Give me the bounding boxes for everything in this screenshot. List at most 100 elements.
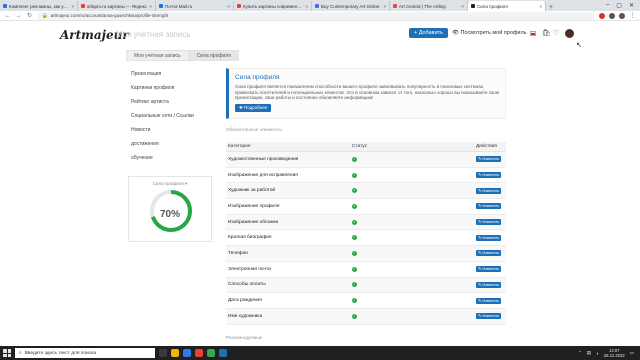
edit-button[interactable]: ✎ Изменить <box>476 234 502 241</box>
chrome-icon[interactable] <box>207 349 215 357</box>
clock[interactable]: 14:07 28.12.2022 <box>604 348 625 358</box>
cart-icon[interactable]: 🛍 <box>542 29 551 37</box>
browser-tab[interactable]: Почта Mail.ru × <box>156 1 234 11</box>
tab-close-icon[interactable]: × <box>149 4 152 9</box>
extension-icon[interactable] <box>599 12 605 19</box>
clock-date: 28.12.2022 <box>603 353 625 358</box>
table-row: Художественные произведения ✓ ✎ Изменить <box>226 152 506 168</box>
sidebar-item-news[interactable]: Новости <box>131 127 194 141</box>
eye-icon: 👁 <box>452 30 459 36</box>
check-icon: ✓ <box>352 250 357 256</box>
sidebar-item-training[interactable]: обучение <box>131 155 194 169</box>
tab-close-icon[interactable]: × <box>227 4 230 9</box>
row-status: ✓ <box>352 266 476 272</box>
forward-icon[interactable]: → <box>15 13 22 19</box>
browser-tab-bar: Комплект рекламны, как устан × arlapro.ru … <box>0 0 640 11</box>
tab-favicon-icon <box>3 4 7 8</box>
table-row: Телефон ✓ ✎ Изменить <box>226 246 506 262</box>
account-sidebar: Презентация Картинки профиля Рейтинг арт… <box>131 71 194 169</box>
sidebar-item-profile-pictures[interactable]: Картинки профиля <box>131 85 194 99</box>
breadcrumb-account[interactable]: Моя учётная запись <box>126 50 189 61</box>
check-icon: ✓ <box>352 188 357 194</box>
browser-tab[interactable]: arlapro.ru картины — Яндекс × <box>78 1 156 11</box>
tab-close-icon[interactable]: × <box>383 4 386 9</box>
edit-button[interactable]: ✎ Изменить <box>476 187 502 194</box>
add-button[interactable]: + Добавить <box>409 28 449 38</box>
row-status: ✓ <box>352 250 476 256</box>
table-row: Электронная почта ✓ ✎ Изменить <box>226 262 506 278</box>
word-icon[interactable] <box>219 349 227 357</box>
profile-avatar-icon[interactable] <box>619 12 625 19</box>
edit-button[interactable]: ✎ Изменить <box>476 313 502 320</box>
row-status: ✓ <box>352 188 476 194</box>
row-status: ✓ <box>352 172 476 178</box>
header-category: Категория <box>228 144 251 149</box>
tab-close-icon[interactable]: × <box>461 4 464 9</box>
minimize-icon[interactable]: – <box>606 2 609 9</box>
language-flag-icon[interactable] <box>530 31 536 36</box>
url-field[interactable]: 🔒 artmajeur.com/ru/account/anna-gusechki… <box>37 11 595 20</box>
edit-button[interactable]: ✎ Изменить <box>476 297 502 304</box>
tab-close-icon[interactable]: × <box>305 4 308 9</box>
view-profile-link[interactable]: 👁 Посмотреть мой профиль <box>452 30 527 36</box>
browser-tab[interactable]: Комплект рекламны, как устан × <box>0 1 78 11</box>
avatar[interactable] <box>565 29 574 38</box>
edit-button[interactable]: ✎ Изменить <box>476 266 502 273</box>
table-row: Дата рождения ✓ ✎ Изменить <box>226 293 506 309</box>
edit-button[interactable]: ✎ Изменить <box>476 172 502 179</box>
browser-tab[interactable]: Сила профиля × <box>468 1 546 11</box>
notifications-icon[interactable]: ▭ <box>630 350 634 356</box>
row-category: Изображение профиля <box>228 203 280 209</box>
browser-tab[interactable]: Buy Contemporary Art Online × <box>312 1 390 11</box>
browser-menu-icon[interactable]: ⋮ <box>629 12 636 19</box>
close-window-icon[interactable]: ✕ <box>629 2 634 9</box>
row-status: ✓ <box>352 156 476 162</box>
browser-tab[interactable]: Купить картины современных × <box>234 1 312 11</box>
edit-button[interactable]: ✎ Изменить <box>476 203 502 210</box>
table-header: Категория Статус Действия <box>226 142 506 152</box>
row-category: Телефон <box>228 250 248 256</box>
profile-strength-label[interactable]: Сила профиля ▾ <box>129 181 211 187</box>
edge-icon[interactable] <box>183 349 191 357</box>
row-actions: ✎ Изменить <box>476 172 506 179</box>
yandex-browser-icon[interactable] <box>195 349 203 357</box>
mouse-cursor-icon: ↖ <box>576 42 582 49</box>
tab-close-icon[interactable]: × <box>539 4 542 9</box>
table-row: Краткая биография ✓ ✎ Изменить <box>226 230 506 247</box>
puzzle-icon[interactable] <box>609 12 615 19</box>
volume-icon[interactable]: ◖ <box>596 351 599 356</box>
reload-icon[interactable]: ↻ <box>26 12 33 19</box>
edit-button[interactable]: ✎ Изменить <box>476 250 502 257</box>
page-title: Моя учётная запись <box>116 30 191 39</box>
tab-favicon-icon <box>315 4 319 8</box>
sidebar-item-social-links[interactable]: Социальные сети / Ссылки <box>131 113 194 127</box>
row-actions: ✎ Изменить <box>476 281 506 288</box>
row-status: ✓ <box>352 219 476 225</box>
requirements-table: Категория Статус Действия Художественные… <box>226 142 506 325</box>
heart-icon[interactable]: ♡ <box>553 29 559 37</box>
maximize-icon[interactable]: ▢ <box>616 2 622 9</box>
new-tab-button[interactable]: + <box>546 4 556 11</box>
edit-button[interactable]: ✎ Изменить <box>476 219 502 226</box>
sidebar-item-presentation[interactable]: Презентация <box>131 71 194 85</box>
row-actions: ✎ Изменить <box>476 156 506 163</box>
tray-up-arrow-icon[interactable]: ⌃ <box>578 350 582 356</box>
more-info-button[interactable]: ✚ Подробнее <box>235 103 272 112</box>
network-icon[interactable]: ▤ <box>587 350 591 356</box>
file-explorer-icon[interactable] <box>171 349 179 357</box>
browser-tab[interactable]: Art Central | The Artling × <box>390 1 468 11</box>
sidebar-item-achievements[interactable]: достижения <box>131 141 194 155</box>
edit-button[interactable]: ✎ Изменить <box>476 281 502 288</box>
tab-label: Buy Contemporary Art Online <box>321 3 380 9</box>
tab-close-icon[interactable]: × <box>71 4 74 9</box>
taskbar-search-placeholder: Введите здесь текст для поиска <box>24 350 96 356</box>
row-category: Краткая биография <box>228 235 272 241</box>
windows-start-icon[interactable] <box>3 349 11 357</box>
taskbar-search[interactable]: ⌕ Введите здесь текст для поиска <box>15 348 155 358</box>
back-icon[interactable]: ← <box>4 13 11 19</box>
table-row: Имя художника ✓ ✎ Изменить <box>226 308 506 325</box>
edit-button[interactable]: ✎ Изменить <box>476 156 502 163</box>
task-view-icon[interactable] <box>159 349 167 357</box>
sidebar-item-artist-rating[interactable]: Рейтинг артиста <box>131 99 194 113</box>
row-actions: ✎ Изменить <box>476 250 506 257</box>
